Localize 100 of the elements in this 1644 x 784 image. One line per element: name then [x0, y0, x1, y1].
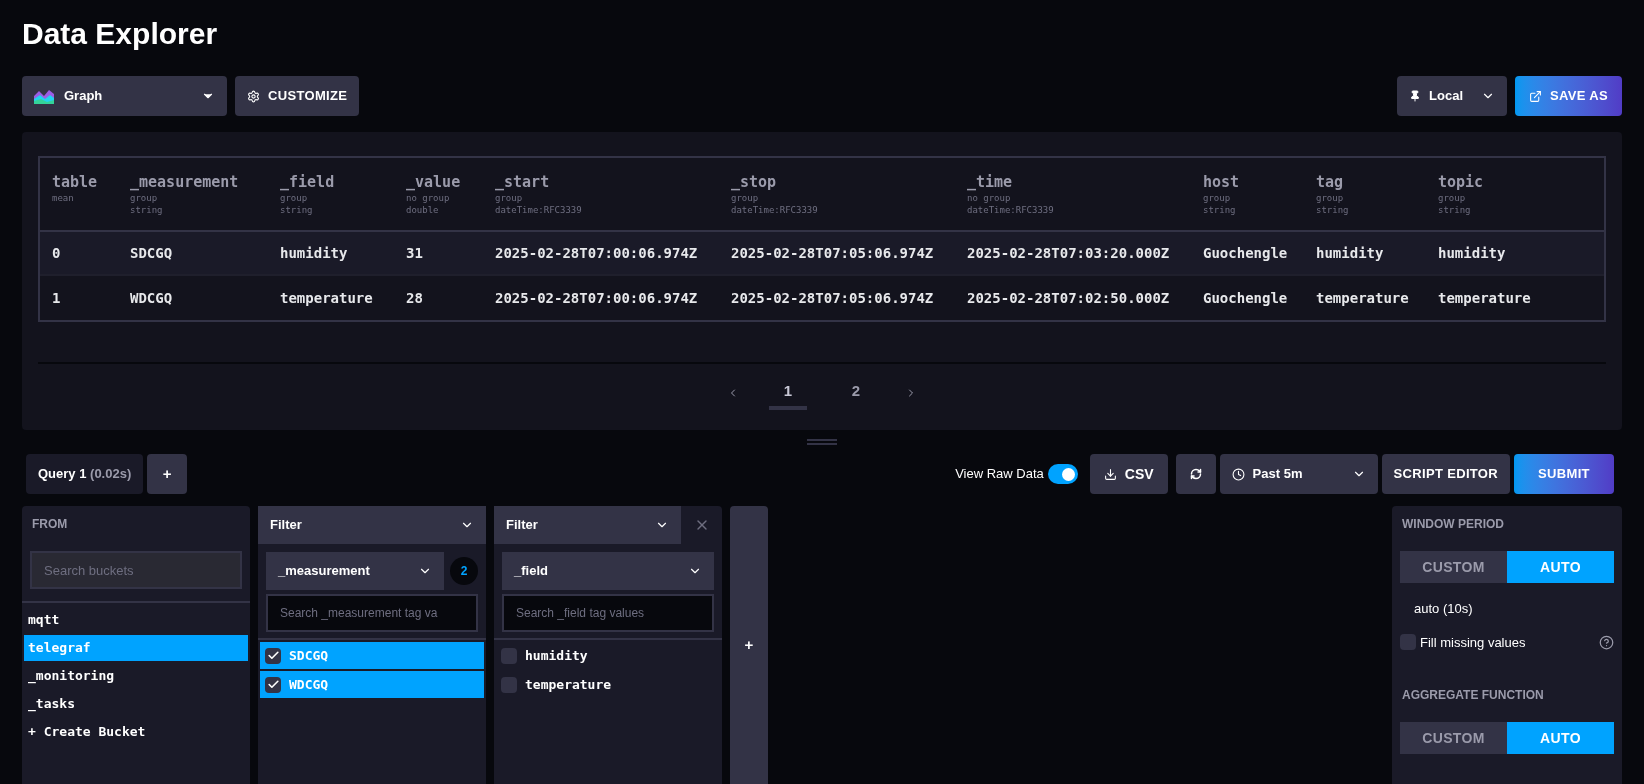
column-type: mean	[52, 192, 74, 204]
search-field[interactable]: Search _field tag values	[502, 594, 714, 632]
refresh-icon	[1189, 468, 1202, 480]
csv-button[interactable]: CSV	[1089, 454, 1168, 494]
download-icon	[1103, 467, 1117, 481]
visualization-dropdown[interactable]: Graph	[22, 76, 227, 116]
location-dropdown[interactable]: Local	[1397, 76, 1508, 116]
table-cell: 28	[406, 290, 423, 306]
create-bucket-link[interactable]: + Create Bucket	[24, 719, 248, 745]
column-header: topic	[1438, 172, 1484, 192]
search-field[interactable]: Search _measurement tag va	[266, 594, 478, 632]
table-cell: 2025-02-28T07:00:06.974Z	[495, 245, 698, 261]
table-cell: WDCGQ	[130, 290, 173, 306]
function-dropdown[interactable]: Filter	[494, 506, 681, 544]
area-chart-icon	[34, 88, 54, 104]
column-type: group	[1316, 192, 1344, 204]
column-header: table	[52, 172, 98, 192]
checkbox[interactable]	[265, 676, 281, 693]
column-type: group	[495, 192, 523, 204]
section-title: AGGREGATE FUNCTION	[1401, 687, 1545, 704]
table-cell: 1	[52, 290, 61, 306]
table-cell: humidity	[1438, 245, 1506, 261]
tag-value-item[interactable]: temperature	[496, 671, 720, 698]
search-field[interactable]: Search buckets	[30, 551, 242, 589]
column-type: no group	[967, 192, 1011, 204]
tag-key-dropdown[interactable]: _measurement	[266, 552, 444, 590]
table-cell: temperature	[1438, 290, 1531, 306]
table-cell: humidity	[280, 245, 348, 261]
view-raw-toggle[interactable]	[1047, 464, 1078, 484]
pin-icon	[1409, 90, 1422, 102]
table-cell: temperature	[1316, 290, 1409, 306]
column-type: no group	[406, 192, 450, 204]
window-period-value: auto (10s)	[1413, 600, 1474, 618]
table-cell: 0	[52, 245, 61, 261]
checkbox-label: Fill missing values	[1420, 633, 1527, 652]
column-type: dateTime:RFC3339	[495, 204, 582, 216]
column-header: _measurement	[130, 172, 239, 192]
column-header: _start	[495, 172, 550, 192]
column-type: string	[1438, 204, 1471, 216]
save-as-button[interactable]: SAVE AS	[1515, 76, 1622, 116]
column-type: string	[280, 204, 313, 216]
add-filter-button[interactable]: +	[730, 506, 768, 784]
column-type: group	[731, 192, 759, 204]
column-type: dateTime:RFC3339	[967, 204, 1054, 216]
help-icon[interactable]	[1599, 634, 1614, 650]
settings-icon	[247, 89, 260, 103]
column-header: host	[1203, 172, 1240, 192]
segment-option[interactable]: CUSTOM	[1400, 722, 1507, 754]
column-header: _field	[280, 172, 335, 192]
table-cell: SDCGQ	[130, 245, 173, 261]
table-cell: 2025-02-28T07:03:20.000Z	[967, 245, 1170, 261]
tag-key-dropdown[interactable]: _field	[502, 552, 714, 590]
time-range-dropdown[interactable]: Past 5m	[1219, 454, 1378, 494]
column-type: group	[280, 192, 308, 204]
bucket-item[interactable]: mqtt	[24, 607, 248, 633]
column-type: string	[1316, 204, 1349, 216]
script-editor-button[interactable]: SCRIPT EDITOR	[1381, 454, 1510, 494]
table-cell: temperature	[280, 290, 373, 306]
column-type: group	[130, 192, 158, 204]
column-type: string	[1203, 204, 1236, 216]
customize-button[interactable]: CUSTOMIZE	[235, 76, 360, 116]
table-cell: 2025-02-28T07:05:06.974Z	[731, 245, 934, 261]
checkbox[interactable]	[501, 676, 517, 693]
panel-title: FROM	[31, 516, 69, 533]
column-header: _time	[967, 172, 1013, 192]
column-type: dateTime:RFC3339	[731, 204, 818, 216]
bucket-item[interactable]: _monitoring	[24, 663, 248, 689]
external-link-icon	[1529, 89, 1543, 103]
query-tab[interactable]: Query 1 (0.02s)	[26, 454, 144, 494]
page-link[interactable]: 2	[837, 376, 875, 410]
tag-value-item[interactable]: humidity	[496, 642, 720, 669]
column-type: group	[1203, 192, 1231, 204]
checkbox[interactable]	[501, 647, 517, 664]
column-type: string	[130, 204, 163, 216]
view-raw-data-label: View Raw Data	[955, 465, 1044, 484]
bucket-item[interactable]: _tasks	[24, 691, 248, 717]
table-cell: 2025-02-28T07:05:06.974Z	[731, 290, 934, 306]
checkbox[interactable]	[265, 647, 281, 664]
checkbox[interactable]	[1400, 634, 1416, 651]
page-link[interactable]: 1	[769, 376, 807, 410]
table-cell: 2025-02-28T07:02:50.000Z	[967, 290, 1170, 306]
column-type: group	[1438, 192, 1466, 204]
add-query-button[interactable]: +	[147, 454, 188, 494]
column-header: _value	[406, 172, 461, 192]
refresh-button[interactable]	[1175, 454, 1216, 494]
section-title: WINDOW PERIOD	[1401, 516, 1505, 533]
segment-option[interactable]: CUSTOM	[1400, 551, 1507, 583]
resize-handle[interactable]	[807, 439, 837, 445]
column-header: _stop	[731, 172, 777, 192]
function-dropdown[interactable]: Filter	[258, 506, 486, 544]
table-cell: Guochengle	[1203, 290, 1288, 306]
table-cell: Guochengle	[1203, 245, 1288, 261]
clock-icon	[1231, 467, 1245, 481]
column-type: double	[406, 204, 439, 216]
page-title: Data Explorer	[22, 16, 219, 52]
table-cell: humidity	[1316, 245, 1384, 261]
submit-button[interactable]: SUBMIT	[1514, 454, 1614, 494]
table-cell: 2025-02-28T07:00:06.974Z	[495, 290, 698, 306]
column-header: tag	[1316, 172, 1344, 192]
table-cell: 31	[406, 245, 423, 261]
